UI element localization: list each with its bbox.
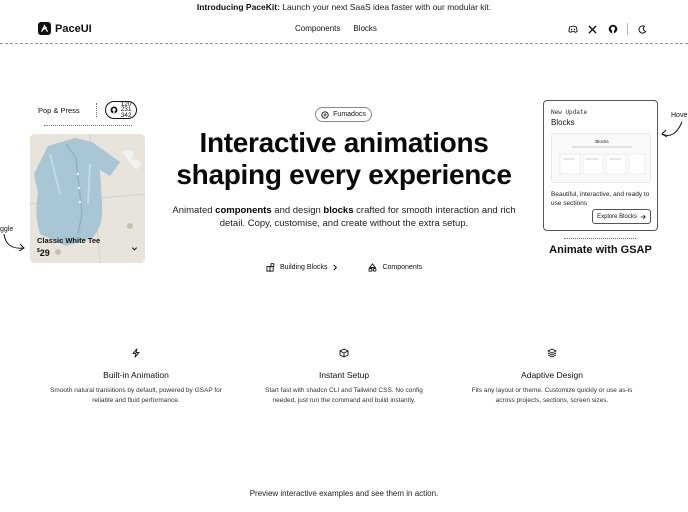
chevron-down-icon[interactable]: [131, 239, 138, 251]
nav-link-blocks[interactable]: Blocks: [353, 24, 377, 33]
github-stars-pill[interactable]: 120 231 342: [104, 101, 137, 119]
gsap-caption: Animate with GSAP: [549, 244, 652, 256]
svg-text:Blocks: Blocks: [595, 139, 609, 144]
cta-secondary-label: Components: [382, 264, 423, 271]
new-update-card: New Update Blocks Blocks Beautiful, inte…: [543, 100, 658, 231]
update-tag: New Update: [551, 109, 588, 116]
fumadocs-badge[interactable]: Fumadocs: [315, 107, 372, 122]
card-title: Blocks: [551, 118, 575, 127]
bolt-icon: [132, 348, 140, 358]
feature-built-in-animation: Built-in Animation Smooth natural transi…: [48, 348, 224, 405]
nav-icons: [567, 23, 648, 35]
theme-toggle-icon[interactable]: [637, 24, 648, 35]
discord-icon[interactable]: [567, 24, 578, 35]
top-nav: PaceUI Components Blocks: [0, 16, 688, 44]
github-icon: [110, 106, 118, 114]
hover-hint: Hove: [671, 112, 688, 119]
feature-title: Instant Setup: [318, 370, 370, 380]
announcement-bar: Introducing PaceKit: Launch your next Sa…: [0, 0, 688, 16]
headline-line-1: Interactive animations: [199, 127, 489, 158]
product-card[interactable]: Classic White Tee $29: [30, 134, 145, 263]
subtitle-part: Animated: [172, 205, 216, 216]
feature-description: Start fast with shadcn CLI and Tailwind …: [265, 387, 423, 404]
hero-subtitle: Animated components and design blocks cr…: [165, 204, 523, 230]
github-icon[interactable]: [607, 24, 618, 35]
nav-links: Components Blocks: [295, 24, 377, 33]
building-blocks-button[interactable]: Building Blocks: [266, 263, 338, 272]
feature-description: Fits any layout or theme. Customize quic…: [471, 387, 633, 404]
brand-name: PaceUI: [55, 22, 92, 35]
feature-description: Smooth natural transitions by default, p…: [50, 387, 222, 404]
explore-label: Explore Blocks: [597, 213, 637, 220]
dotted-divider: [95, 103, 97, 117]
subtitle-components: components: [215, 205, 272, 216]
explore-blocks-button[interactable]: Explore Blocks: [592, 209, 651, 224]
product-name: Classic White Tee: [37, 236, 101, 245]
logo-icon: [38, 22, 51, 35]
nav-divider: [627, 23, 628, 35]
price-value: 29: [39, 248, 50, 258]
x-icon[interactable]: [587, 24, 598, 35]
card-description: Beautiful, interactive, and ready to use…: [551, 191, 650, 207]
shapes-icon: [369, 263, 377, 272]
preview-caption: Preview interactive examples and see the…: [249, 489, 439, 498]
feature-title: Adaptive Design: [521, 370, 583, 380]
cta-row: Building Blocks Components: [266, 263, 422, 272]
fumadocs-icon: [321, 110, 329, 119]
badge-label: Fumadocs: [333, 111, 366, 118]
product-price: $29: [37, 248, 50, 258]
github-counter: 120 231 342: [120, 101, 132, 119]
hero-headline: Interactive animations shaping every exp…: [160, 127, 528, 191]
layers-icon: [547, 348, 557, 358]
chevron-right-icon: [333, 264, 338, 271]
feature-adaptive-design: Adaptive Design Fits any layout or theme…: [464, 348, 640, 405]
nav-link-components[interactable]: Components: [295, 24, 340, 33]
curved-arrow-icon: [3, 233, 25, 252]
left-demo-card: Pop & Press 120 231 342 Classic White Te…: [30, 100, 148, 263]
feature-instant-setup: Instant Setup Start fast with shadcn CLI…: [256, 348, 432, 405]
cube-icon: [339, 348, 349, 358]
dotted-divider: [44, 125, 132, 126]
cta-primary-label: Building Blocks: [280, 264, 328, 271]
dotted-divider: [564, 238, 636, 239]
headline-line-2: shaping every experience: [176, 159, 512, 190]
components-button[interactable]: Components: [368, 263, 422, 272]
announcement-text: Launch your next SaaS idea faster with o…: [279, 2, 492, 12]
subtitle-blocks: blocks: [323, 205, 354, 216]
press-row: Pop & Press 120 231 342: [30, 100, 148, 120]
press-label[interactable]: Pop & Press: [38, 106, 80, 115]
announcement-bold: Introducing PaceKit:: [196, 2, 280, 12]
brand-logo[interactable]: PaceUI: [38, 22, 92, 35]
feature-title: Built-in Animation: [103, 370, 169, 380]
arrow-right-icon: [640, 214, 646, 219]
curved-arrow-icon: [661, 121, 683, 138]
blocks-icon: [266, 263, 275, 272]
blocks-preview-image: Blocks: [551, 133, 651, 183]
subtitle-part: and design: [271, 205, 324, 216]
counter-value: 342: [120, 111, 132, 119]
